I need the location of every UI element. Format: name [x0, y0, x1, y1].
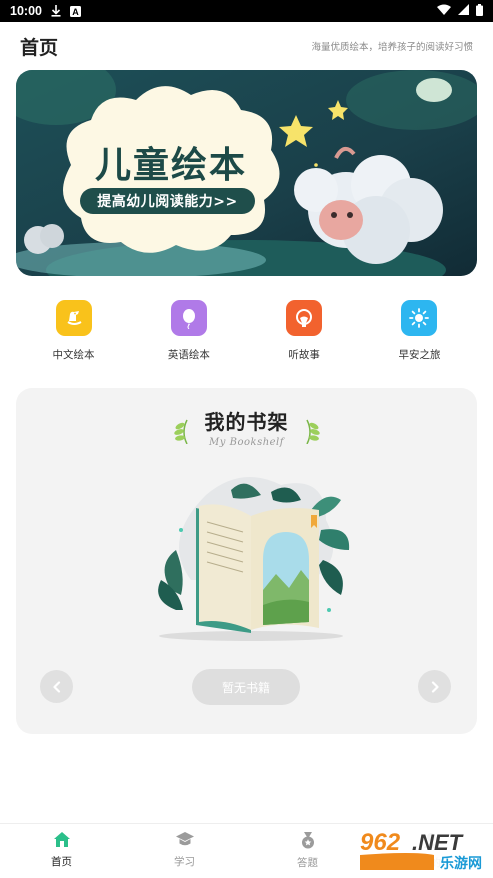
tab-home[interactable]: 首页	[0, 824, 123, 878]
notification-a-icon: A	[69, 5, 81, 17]
next-button[interactable]	[418, 670, 451, 703]
tab-label: 答题	[297, 857, 318, 869]
wifi-icon	[437, 4, 451, 18]
header-slogan: 海量优质绘本，培养孩子的阅读好习惯	[311, 42, 473, 53]
status-bar: 10:00 A	[0, 0, 493, 22]
bookshelf-card: 我的书架 My Bookshelf 暂无书籍	[16, 388, 477, 734]
category-listen-stories[interactable]: 听故事	[247, 300, 362, 366]
site-watermark-logo: 962 .NET 乐游网	[354, 826, 493, 875]
tab-label: 首页	[51, 856, 72, 868]
svg-text:A: A	[72, 7, 79, 17]
svg-text:962: 962	[360, 829, 401, 856]
home-icon	[53, 832, 70, 847]
status-time: 10:00	[10, 4, 42, 18]
banner-subtitle[interactable]: 提高幼儿阅读能力>>	[80, 188, 255, 214]
svg-text:乐游网: 乐游网	[440, 855, 482, 872]
bookshelf-subtitle: My Bookshelf	[209, 437, 284, 448]
medal-icon	[301, 832, 314, 849]
battery-icon	[476, 3, 483, 19]
svg-text:.NET: .NET	[412, 830, 464, 855]
category-english-picture-books[interactable]: 英语绘本	[131, 300, 246, 366]
rocking-horse-icon	[55, 300, 92, 336]
category-chinese-picture-books[interactable]: 中文绘本	[16, 300, 131, 366]
story-headphone-icon	[286, 300, 323, 336]
banner-title: 儿童绘本	[94, 145, 247, 186]
bookshelf-title: 我的书架	[204, 410, 289, 434]
empty-bookshelf-illustration	[151, 470, 351, 649]
category-label: 早安之旅	[398, 349, 441, 361]
category-label: 英语绘本	[167, 349, 210, 361]
category-label: 听故事	[288, 349, 320, 361]
sun-icon	[401, 300, 438, 336]
category-morning-journey[interactable]: 早安之旅	[362, 300, 477, 366]
bookshelf-header: 我的书架 My Bookshelf	[16, 406, 477, 448]
graduation-cap-icon	[175, 832, 194, 846]
empty-books-button[interactable]: 暂无书籍	[192, 669, 300, 705]
chevron-right-icon	[431, 680, 439, 693]
download-icon	[51, 5, 61, 17]
balloon-icon	[170, 300, 207, 336]
category-label: 中文绘本	[52, 349, 95, 361]
header: 首页 海量优质绘本，培养孩子的阅读好习惯	[0, 22, 493, 70]
category-grid: 中文绘本 英语绘本 听故事 早安之旅	[16, 300, 477, 366]
tab-study[interactable]: 学习	[123, 824, 246, 878]
chevron-left-icon	[52, 680, 60, 693]
tab-label: 学习	[174, 856, 195, 868]
tab-quiz[interactable]: 答题	[246, 824, 369, 878]
signal-icon	[458, 4, 469, 18]
banner[interactable]: 儿童绘本 提高幼儿阅读能力>>	[16, 70, 477, 276]
prev-button[interactable]	[40, 670, 73, 703]
page-title: 首页	[20, 36, 59, 59]
